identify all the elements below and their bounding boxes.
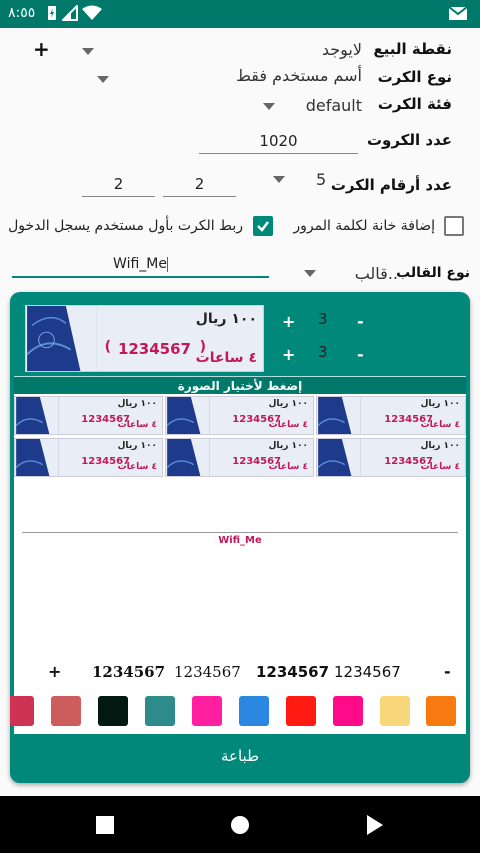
sale-point-label: نقطة البيع bbox=[373, 40, 452, 58]
card-digits-dropdown-icon[interactable] bbox=[273, 176, 285, 183]
mini-card-price: ١٠٠ ريال bbox=[117, 399, 157, 409]
status-time: ٨:٥٥ bbox=[8, 5, 36, 21]
wifi-icon bbox=[82, 5, 102, 20]
card-type-dropdown-icon[interactable] bbox=[97, 76, 109, 83]
checkmark-icon bbox=[257, 221, 269, 232]
mini-card-price: ١٠٠ ريال bbox=[420, 399, 460, 409]
mini-card-hours: ٤ ساعات bbox=[420, 462, 460, 472]
card-code-bracket-left: ( bbox=[104, 339, 111, 355]
color-swatch[interactable] bbox=[192, 696, 222, 726]
add-sale-point-button[interactable]: + bbox=[33, 37, 50, 61]
color-swatch[interactable] bbox=[51, 696, 81, 726]
card-category-dropdown-icon[interactable] bbox=[263, 103, 275, 110]
mini-card-image bbox=[15, 439, 59, 476]
status-bar: ٨:٥٥ bbox=[0, 0, 480, 28]
control-value-2: 3 bbox=[318, 343, 328, 361]
font-sample-sans[interactable]: 1234567 bbox=[334, 663, 401, 681]
mini-card-price: ١٠٠ ريال bbox=[420, 441, 460, 451]
mini-card-price: ١٠٠ ريال bbox=[117, 441, 157, 451]
card-hours: ٤ ساعات bbox=[195, 350, 257, 366]
mini-card-hours: ٤ ساعات bbox=[268, 420, 308, 430]
color-swatch[interactable] bbox=[286, 696, 316, 726]
mini-card: ١٠٠ ريال 1234567 ٤ ساعات bbox=[316, 396, 466, 435]
main-content: نقطة البيع لايوجد + نوع الكرت أسم مستخدم… bbox=[0, 28, 480, 796]
preview-area: ١٠٠ ريال 1234567 ٤ ساعات ١٠٠ ريال 123456… bbox=[10, 394, 466, 734]
card-category-value[interactable]: default bbox=[306, 96, 362, 115]
sale-point-value[interactable]: لايوجد bbox=[322, 40, 362, 59]
control-value-1: 3 bbox=[318, 310, 328, 328]
color-swatch[interactable] bbox=[10, 696, 34, 726]
card-preview-panel: ١٠٠ ريال 1234567 ) ( ٤ ساعات + 3 - + 3 -… bbox=[10, 292, 470, 783]
card-price: ١٠٠ ريال bbox=[195, 311, 257, 327]
template-label: نوع القالب bbox=[396, 265, 470, 281]
decrease-button-1[interactable]: - bbox=[357, 312, 364, 331]
font-sample-sans-bold[interactable]: 1234567 bbox=[256, 663, 329, 681]
mini-card-hours: ٤ ساعات bbox=[117, 420, 157, 430]
text-cursor bbox=[166, 256, 168, 272]
card-image bbox=[26, 306, 97, 371]
card-count-label: عدد الكروت bbox=[366, 131, 452, 149]
increase-button-1[interactable]: + bbox=[282, 312, 295, 331]
signal-icon bbox=[62, 5, 78, 21]
mini-card: ١٠٠ ريال 1234567 ٤ ساعات bbox=[14, 396, 163, 435]
mini-card-price: ١٠٠ ريال bbox=[268, 441, 308, 451]
mini-card: ١٠٠ ريال 1234567 ٤ ساعات bbox=[165, 438, 314, 477]
mini-card: ١٠٠ ريال 1234567 ٤ ساعات bbox=[316, 438, 466, 477]
password-field-checkbox[interactable] bbox=[444, 216, 464, 236]
color-swatch[interactable] bbox=[98, 696, 128, 726]
mini-card-price: ١٠٠ ريال bbox=[268, 399, 308, 409]
mini-card-image bbox=[317, 439, 361, 476]
card-type-value[interactable]: أسم مستخدم فقط bbox=[236, 66, 362, 85]
mini-card-image bbox=[317, 397, 361, 434]
back-icon[interactable] bbox=[366, 814, 384, 836]
card-category-label: فئة الكرت bbox=[377, 95, 452, 113]
print-button[interactable]: طباعة bbox=[14, 734, 466, 778]
card-digits-value[interactable]: 5 bbox=[316, 170, 326, 189]
mini-card-image bbox=[166, 397, 210, 434]
color-swatch[interactable] bbox=[333, 696, 363, 726]
bind-first-user-label: ربط الكرت بأول مستخدم يسجل الدخول bbox=[8, 218, 243, 234]
bind-first-user-checkbox[interactable] bbox=[253, 216, 273, 236]
font-sample-serif-bold[interactable]: 1234567 bbox=[92, 663, 165, 681]
sale-point-dropdown-icon[interactable] bbox=[82, 48, 94, 55]
card-code: 1234567 bbox=[117, 340, 191, 358]
decrease-button-2[interactable]: - bbox=[357, 345, 364, 364]
mini-card: ١٠٠ ريال 1234567 ٤ ساعات bbox=[165, 396, 314, 435]
font-decrease-button[interactable]: - bbox=[444, 662, 451, 681]
home-icon[interactable] bbox=[230, 815, 250, 835]
increase-button-2[interactable]: + bbox=[282, 345, 295, 364]
network-name-input[interactable]: Wifi_Me bbox=[12, 256, 269, 278]
mini-card-hours: ٤ ساعات bbox=[117, 462, 157, 472]
gmail-icon bbox=[448, 6, 468, 20]
navigation-bar bbox=[0, 796, 480, 853]
mini-card: ١٠٠ ريال 1234567 ٤ ساعات bbox=[14, 438, 163, 477]
font-sample-serif[interactable]: 1234567 bbox=[174, 663, 241, 681]
card-count-input[interactable]: 1020 bbox=[199, 132, 358, 154]
color-swatch[interactable] bbox=[145, 696, 175, 726]
digits-input-a[interactable]: 2 bbox=[82, 175, 155, 197]
preview-divider bbox=[22, 532, 458, 533]
mini-card-image bbox=[15, 397, 59, 434]
card-type-label: نوع الكرت bbox=[377, 68, 452, 86]
battery-saver-icon bbox=[48, 6, 56, 20]
digits-input-b[interactable]: 2 bbox=[163, 175, 236, 197]
color-swatch[interactable] bbox=[380, 696, 410, 726]
font-increase-button[interactable]: + bbox=[48, 662, 61, 681]
preview-network-name: Wifi_Me bbox=[218, 535, 262, 546]
color-swatch[interactable] bbox=[426, 696, 456, 726]
template-dropdown-icon[interactable] bbox=[304, 270, 316, 277]
mini-card-hours: ٤ ساعات bbox=[420, 420, 460, 430]
template-value[interactable]: قالب.. bbox=[355, 264, 398, 283]
password-field-label: إضافة خانة لكلمة المرور bbox=[293, 218, 435, 234]
large-card-preview[interactable]: ١٠٠ ريال 1234567 ) ( ٤ ساعات bbox=[25, 305, 264, 372]
mini-card-hours: ٤ ساعات bbox=[268, 462, 308, 472]
choose-image-button[interactable]: إضغط لأختيار الصورة bbox=[14, 376, 466, 394]
color-swatch[interactable] bbox=[239, 696, 269, 726]
recents-icon[interactable] bbox=[96, 816, 114, 834]
card-digits-label: عدد أرقام الكرت bbox=[330, 176, 452, 194]
mini-card-image bbox=[166, 439, 210, 476]
network-name-value: Wifi_Me bbox=[113, 256, 167, 272]
